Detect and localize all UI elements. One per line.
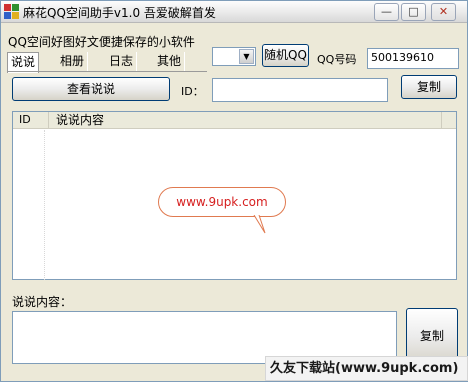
- window-title: 麻花QQ空间助手v1.0 吾爱破解首发: [23, 6, 216, 20]
- chevron-down-icon[interactable]: ▼: [239, 49, 254, 64]
- view-shuoshuo-button[interactable]: 查看说说: [12, 77, 170, 101]
- app-subtitle: QQ空间好图好文便捷保存的小软件: [8, 35, 195, 49]
- minimize-button[interactable]: —: [374, 3, 399, 21]
- tab-album[interactable]: 相册: [57, 52, 89, 72]
- tab-other[interactable]: 其他: [154, 52, 186, 72]
- column-header-content[interactable]: 说说内容: [50, 112, 442, 129]
- list-header: ID 说说内容: [13, 112, 456, 129]
- app-icon: [4, 4, 19, 19]
- main-window: 麻花QQ空间助手v1.0 吾爱破解首发 — □ ✕ QQ空间好图好文便捷保存的小…: [0, 0, 468, 382]
- qq-number-label: QQ号码: [317, 53, 357, 66]
- grid-divider: [44, 130, 45, 280]
- close-button[interactable]: ✕: [431, 3, 456, 21]
- tab-bar: 说说 相册 日志 其他: [7, 52, 207, 73]
- random-qq-button[interactable]: 随机QQ: [262, 44, 309, 67]
- watermark-banner: 久友下载站(www.9upk.com): [265, 356, 468, 381]
- copy-id-button[interactable]: 复制: [401, 75, 457, 99]
- website-callout: www.9upk.com: [158, 187, 286, 217]
- tab-divider: [7, 71, 207, 72]
- callout-tail: [253, 215, 266, 234]
- id-input[interactable]: [212, 78, 388, 102]
- maximize-button[interactable]: □: [401, 3, 426, 21]
- column-header-id[interactable]: ID: [13, 112, 49, 129]
- tab-shuoshuo[interactable]: 说说: [7, 52, 40, 73]
- callout-text: www.9upk.com: [176, 195, 268, 209]
- content-label: 说说内容：: [12, 295, 73, 309]
- title-bar[interactable]: 麻花QQ空间助手v1.0 吾爱破解首发 — □ ✕: [1, 1, 467, 23]
- qq-number-field[interactable]: 500139610: [367, 48, 459, 69]
- tab-blog[interactable]: 日志: [106, 52, 138, 72]
- qq-select-dropdown[interactable]: ▼: [212, 47, 256, 66]
- id-label: ID：: [181, 85, 204, 98]
